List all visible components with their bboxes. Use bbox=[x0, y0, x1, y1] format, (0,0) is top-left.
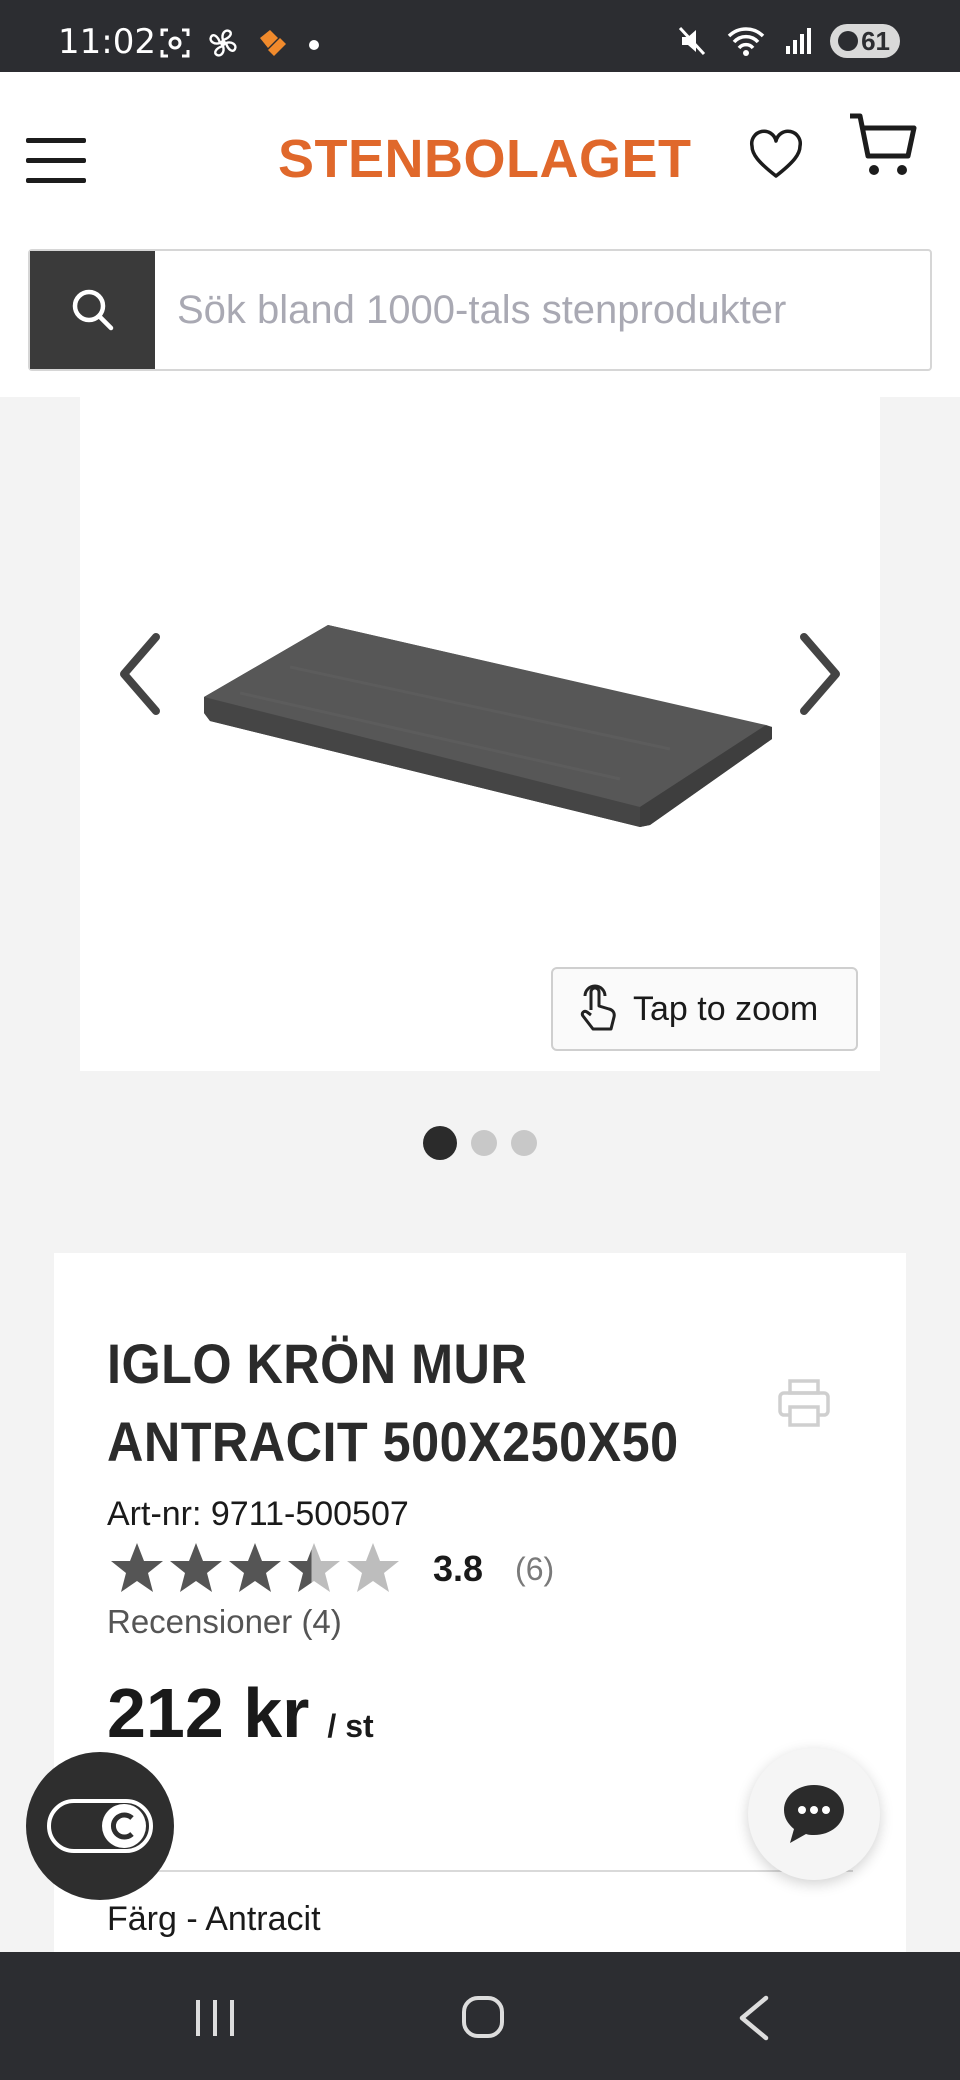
printer-icon bbox=[778, 1379, 830, 1427]
site-logo[interactable]: STENBOLAGET bbox=[278, 128, 692, 190]
back-icon[interactable] bbox=[736, 1994, 772, 2042]
battery-saver-icon bbox=[838, 31, 858, 51]
status-time: 11:02 bbox=[58, 22, 156, 62]
cart-button[interactable] bbox=[848, 110, 918, 182]
print-button[interactable] bbox=[776, 1375, 832, 1431]
app-icon bbox=[260, 30, 286, 56]
price-amount: 212 kr bbox=[107, 1674, 310, 1752]
wifi-icon bbox=[727, 27, 765, 56]
rating-stars bbox=[111, 1543, 399, 1592]
zoom-label: Tap to zoom bbox=[633, 989, 819, 1028]
product-title: IGLO KRÖN MUR ANTRACIT 500X250X50 bbox=[107, 1332, 679, 1473]
price: 212 kr / st bbox=[107, 1673, 374, 1753]
product-gallery[interactable]: Tap to zoom bbox=[80, 397, 880, 1071]
battery-level: 61 bbox=[861, 25, 890, 56]
pagination-dot-1[interactable] bbox=[423, 1126, 457, 1160]
search-input[interactable] bbox=[155, 251, 930, 369]
heart-icon bbox=[750, 129, 802, 178]
cart-icon bbox=[850, 113, 917, 175]
site-header: STENBOLAGET bbox=[0, 72, 960, 397]
article-number: Art-nr: 9711-500507 bbox=[107, 1495, 409, 1533]
cookie-consent-button[interactable] bbox=[26, 1752, 174, 1900]
menu-icon-bar bbox=[26, 158, 86, 163]
signal-icon bbox=[786, 28, 811, 54]
tap-to-zoom-button[interactable]: Tap to zoom bbox=[551, 967, 858, 1051]
star-empty-icon bbox=[347, 1543, 399, 1592]
menu-button[interactable] bbox=[26, 138, 86, 184]
screenshot-icon bbox=[160, 28, 190, 58]
pagination-dot-3[interactable] bbox=[511, 1130, 537, 1156]
battery-indicator: 61 bbox=[830, 24, 900, 58]
system-nav-bar bbox=[0, 1952, 960, 2080]
chat-button[interactable] bbox=[748, 1748, 880, 1880]
mute-icon bbox=[678, 26, 706, 56]
dot-icon bbox=[309, 40, 319, 50]
star-half-icon bbox=[288, 1543, 340, 1592]
search-bar bbox=[28, 249, 932, 371]
product-rating[interactable]: 3.8 (6) bbox=[107, 1539, 554, 1599]
color-selector-label[interactable]: Färg - Antracit bbox=[107, 1900, 321, 1939]
fan-icon bbox=[209, 29, 237, 57]
status-icons-left bbox=[158, 26, 324, 60]
menu-icon-bar bbox=[26, 178, 86, 183]
status-bar: 11:02 61 bbox=[0, 0, 960, 72]
home-icon[interactable] bbox=[460, 1994, 506, 2040]
reviews-link[interactable]: Recensioner (4) bbox=[107, 1603, 342, 1641]
recents-icon[interactable] bbox=[192, 1996, 238, 2040]
wishlist-button[interactable] bbox=[748, 128, 804, 184]
chevron-left-icon[interactable] bbox=[110, 629, 170, 719]
chat-icon bbox=[784, 1785, 844, 1843]
search-button[interactable] bbox=[30, 251, 155, 369]
rating-value: 3.8 bbox=[433, 1548, 484, 1589]
status-icons-right: 61 bbox=[676, 24, 900, 58]
touch-icon bbox=[580, 984, 616, 1031]
pagination-dot-2[interactable] bbox=[471, 1130, 497, 1156]
divider bbox=[107, 1870, 853, 1872]
star-icon bbox=[111, 1543, 163, 1592]
menu-icon bbox=[26, 138, 86, 143]
price-unit: / st bbox=[327, 1708, 374, 1744]
rating-count: (6) bbox=[515, 1550, 555, 1587]
star-icon bbox=[170, 1543, 222, 1592]
cookie-toggle-icon bbox=[47, 1799, 153, 1853]
star-icon bbox=[229, 1543, 281, 1592]
search-icon bbox=[72, 289, 113, 331]
chevron-right-icon[interactable] bbox=[790, 629, 850, 719]
gallery-pagination bbox=[0, 1126, 960, 1160]
product-image bbox=[204, 625, 772, 827]
